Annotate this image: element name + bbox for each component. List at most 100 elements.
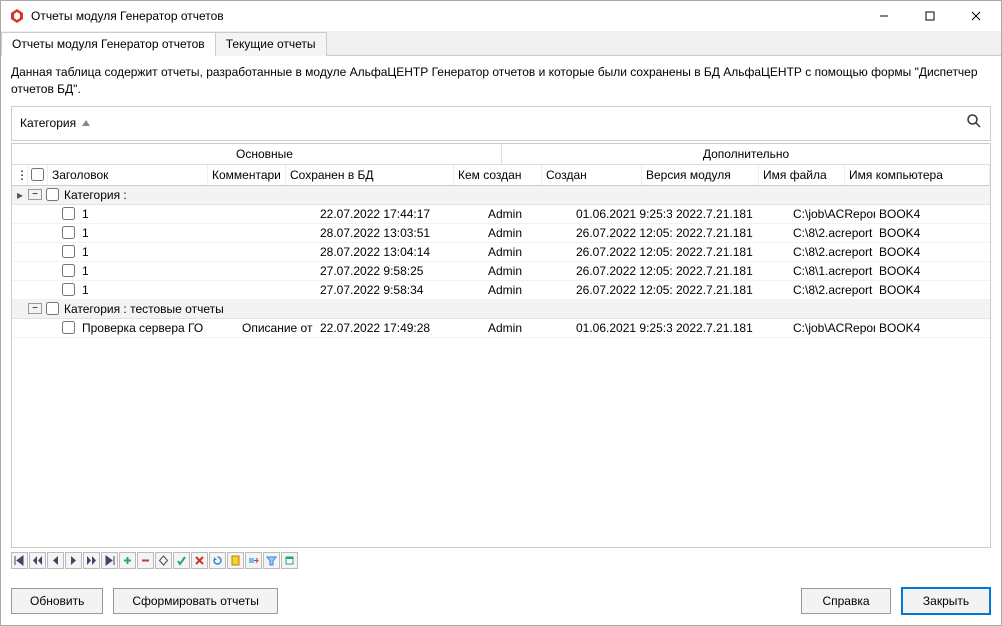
select-all-checkbox[interactable] <box>31 168 44 181</box>
col-title[interactable]: Заголовок <box>48 165 208 185</box>
col-by[interactable]: Кем создан <box>454 165 542 185</box>
cell-title: 1 <box>78 224 238 242</box>
cell-version: 2022.7.21.181 <box>672 224 789 242</box>
row-indicator-icon: ▸ <box>12 188 28 202</box>
nav-goto-icon[interactable] <box>245 552 262 569</box>
cell-by: Admin <box>484 205 572 223</box>
refresh-button[interactable]: Обновить <box>11 588 103 614</box>
checkbox-column[interactable] <box>28 165 48 185</box>
help-button[interactable]: Справка <box>801 588 891 614</box>
table-row[interactable]: 128.07.2022 13:03:51Admin26.07.2022 12:0… <box>12 224 990 243</box>
cell-created: 01.06.2021 9:25:30 <box>572 319 672 337</box>
cell-by: Admin <box>484 281 572 299</box>
expand-icon[interactable]: − <box>28 189 42 200</box>
nav-cancel-icon[interactable] <box>191 552 208 569</box>
cell-saved: 22.07.2022 17:44:17 <box>316 205 484 223</box>
nav-first-icon[interactable] <box>11 552 28 569</box>
cell-title: 1 <box>78 205 238 223</box>
cell-computer: BOOK4 <box>875 205 990 223</box>
col-file[interactable]: Имя файла <box>759 165 845 185</box>
cell-file: C:\job\ACRepor <box>789 205 875 223</box>
search-icon[interactable] <box>966 113 982 134</box>
row-checkbox[interactable] <box>58 319 78 336</box>
nav-prev-icon[interactable] <box>47 552 64 569</box>
cell-version: 2022.7.21.181 <box>672 281 789 299</box>
cell-version: 2022.7.21.181 <box>672 262 789 280</box>
cell-file: C:\job\ACRepor <box>789 319 875 337</box>
nav-insert-icon[interactable] <box>119 552 136 569</box>
col-version[interactable]: Версия модуля <box>642 165 759 185</box>
minimize-button[interactable] <box>861 1 907 31</box>
generate-button[interactable]: Сформировать отчеты <box>113 588 277 614</box>
group-by-panel[interactable]: Категория <box>11 106 991 141</box>
row-checkbox[interactable] <box>58 281 78 298</box>
cell-comment: Описание от <box>238 319 316 337</box>
column-headers: ⋮⋮ Заголовок Комментари Сохранен в БД Ке… <box>12 165 990 186</box>
cell-computer: BOOK4 <box>875 319 990 337</box>
nav-post-icon[interactable] <box>173 552 190 569</box>
nav-next-page-icon[interactable] <box>83 552 100 569</box>
col-computer[interactable]: Имя компьютера <box>845 165 990 185</box>
row-checkbox[interactable] <box>58 224 78 241</box>
cell-comment <box>238 288 316 292</box>
cell-comment <box>238 269 316 273</box>
group-row[interactable]: −Категория : тестовые отчеты <box>12 300 990 319</box>
cell-file: C:\8\2.acreport <box>789 281 875 299</box>
nav-delete-icon[interactable] <box>137 552 154 569</box>
table-row[interactable]: Проверка сервера ГООписание от22.07.2022… <box>12 319 990 338</box>
cell-version: 2022.7.21.181 <box>672 243 789 261</box>
cell-title: Проверка сервера ГО <box>78 319 238 337</box>
cell-title: 1 <box>78 281 238 299</box>
col-comment[interactable]: Комментари <box>208 165 286 185</box>
group-checkbox[interactable] <box>44 188 60 201</box>
group-row[interactable]: ▸−Категория : <box>12 186 990 205</box>
col-saved[interactable]: Сохранен в БД <box>286 165 454 185</box>
nav-refresh-icon[interactable] <box>209 552 226 569</box>
table-row[interactable]: 127.07.2022 9:58:34Admin26.07.2022 12:05… <box>12 281 990 300</box>
table-row[interactable]: 128.07.2022 13:04:14Admin26.07.2022 12:0… <box>12 243 990 262</box>
cell-file: C:\8\1.acreport <box>789 262 875 280</box>
close-dialog-button[interactable]: Закрыть <box>901 587 991 615</box>
table-row[interactable]: 1 22.07.2022 17:44:17Admin01.06.2021 9:25… <box>12 205 990 224</box>
cell-title: 1 <box>78 262 238 280</box>
data-grid: Основные Дополнительно ⋮⋮ Заголовок Комм… <box>11 143 991 548</box>
table-row[interactable]: 127.07.2022 9:58:25Admin26.07.2022 12:05… <box>12 262 990 281</box>
cell-comment <box>238 231 316 235</box>
cell-version: 2022.7.21.181 <box>672 319 789 337</box>
nav-bookmark-icon[interactable] <box>227 552 244 569</box>
group-chip-label: Категория <box>20 116 76 130</box>
cell-version: 2022.7.21.181 <box>672 205 789 223</box>
cell-by: Admin <box>484 319 572 337</box>
col-created[interactable]: Создан <box>542 165 642 185</box>
row-checkbox[interactable] <box>58 262 78 279</box>
row-checkbox[interactable] <box>58 205 78 222</box>
nav-last-icon[interactable] <box>101 552 118 569</box>
cell-computer: BOOK4 <box>875 243 990 261</box>
close-button[interactable] <box>953 1 999 31</box>
content-area: Данная таблица содержит отчеты, разработ… <box>1 56 1001 577</box>
nav-filter-icon[interactable] <box>263 552 280 569</box>
group-chip[interactable]: Категория <box>20 116 90 130</box>
expand-icon[interactable]: − <box>28 303 42 314</box>
maximize-button[interactable] <box>907 1 953 31</box>
cell-by: Admin <box>484 243 572 261</box>
cell-saved: 22.07.2022 17:49:28 <box>316 319 484 337</box>
cell-saved: 27.07.2022 9:58:25 <box>316 262 484 280</box>
nav-export-icon[interactable] <box>281 552 298 569</box>
group-checkbox[interactable] <box>44 302 60 315</box>
cell-created: 01.06.2021 9:25:30 <box>572 205 672 223</box>
cell-created: 26.07.2022 12:05:2 <box>572 224 672 242</box>
row-checkbox[interactable] <box>58 243 78 260</box>
titlebar: Отчеты модуля Генератор отчетов <box>1 1 1001 31</box>
tab-current[interactable]: Текущие отчеты <box>215 32 327 56</box>
nav-next-icon[interactable] <box>65 552 82 569</box>
indicator-column[interactable]: ⋮⋮ <box>12 165 28 185</box>
cell-saved: 28.07.2022 13:03:51 <box>316 224 484 242</box>
description-text: Данная таблица содержит отчеты, разработ… <box>11 64 991 98</box>
cell-comment <box>238 250 316 254</box>
tab-reports[interactable]: Отчеты модуля Генератор отчетов <box>1 32 216 56</box>
window-controls <box>861 1 999 31</box>
cell-file: C:\8\2.acreport <box>789 243 875 261</box>
nav-prev-page-icon[interactable] <box>29 552 46 569</box>
nav-edit-icon[interactable] <box>155 552 172 569</box>
